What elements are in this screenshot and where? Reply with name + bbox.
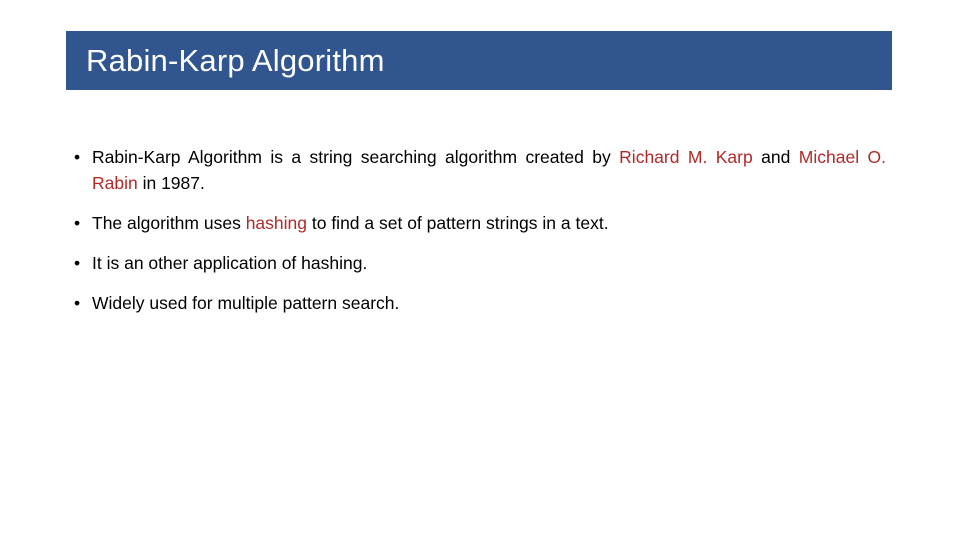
bullet-point-icon: • <box>74 253 81 273</box>
text-run: in 1987. <box>137 173 205 193</box>
bullet-item: • Rabin-Karp Algorithm is a string search… <box>66 144 886 196</box>
bullet-point-icon: • <box>74 147 81 167</box>
text-run: and <box>752 147 799 167</box>
highlighted-term: Richard M. Karp <box>619 147 753 167</box>
bullet-point-icon: • <box>74 293 81 313</box>
bullet-text: Widely used for multiple pattern search. <box>92 290 886 316</box>
bullet-point-icon: • <box>74 213 81 233</box>
text-run: The algorithm uses <box>92 213 246 233</box>
title-banner: Rabin-Karp Algorithm <box>66 31 892 90</box>
bullet-text: Rabin-Karp Algorithm is a string searchi… <box>92 144 886 196</box>
bullet-list: • Rabin-Karp Algorithm is a string search… <box>66 144 886 316</box>
bullet-item: • The algorithm uses hashing to find a se… <box>66 210 886 236</box>
text-run: to find a set of pattern strings in a te… <box>307 213 609 233</box>
bullet-item: • Widely used for multiple pattern search… <box>66 290 886 316</box>
bullet-item: • It is an other application of hashing. <box>66 250 886 276</box>
text-run: Widely used for multiple pattern search. <box>92 293 400 313</box>
text-run: Rabin-Karp Algorithm is a string searchi… <box>92 147 620 167</box>
slide-canvas: Rabin-Karp Algorithm • Rabin-Karp Algorit… <box>0 0 960 540</box>
bullet-text: The algorithm uses hashing to find a set… <box>92 210 886 236</box>
page-title: Rabin-Karp Algorithm <box>86 42 385 78</box>
text-run: It is an other application of hashing. <box>92 253 368 273</box>
highlighted-term: hashing <box>245 213 307 233</box>
bullet-text: It is an other application of hashing. <box>92 250 886 276</box>
